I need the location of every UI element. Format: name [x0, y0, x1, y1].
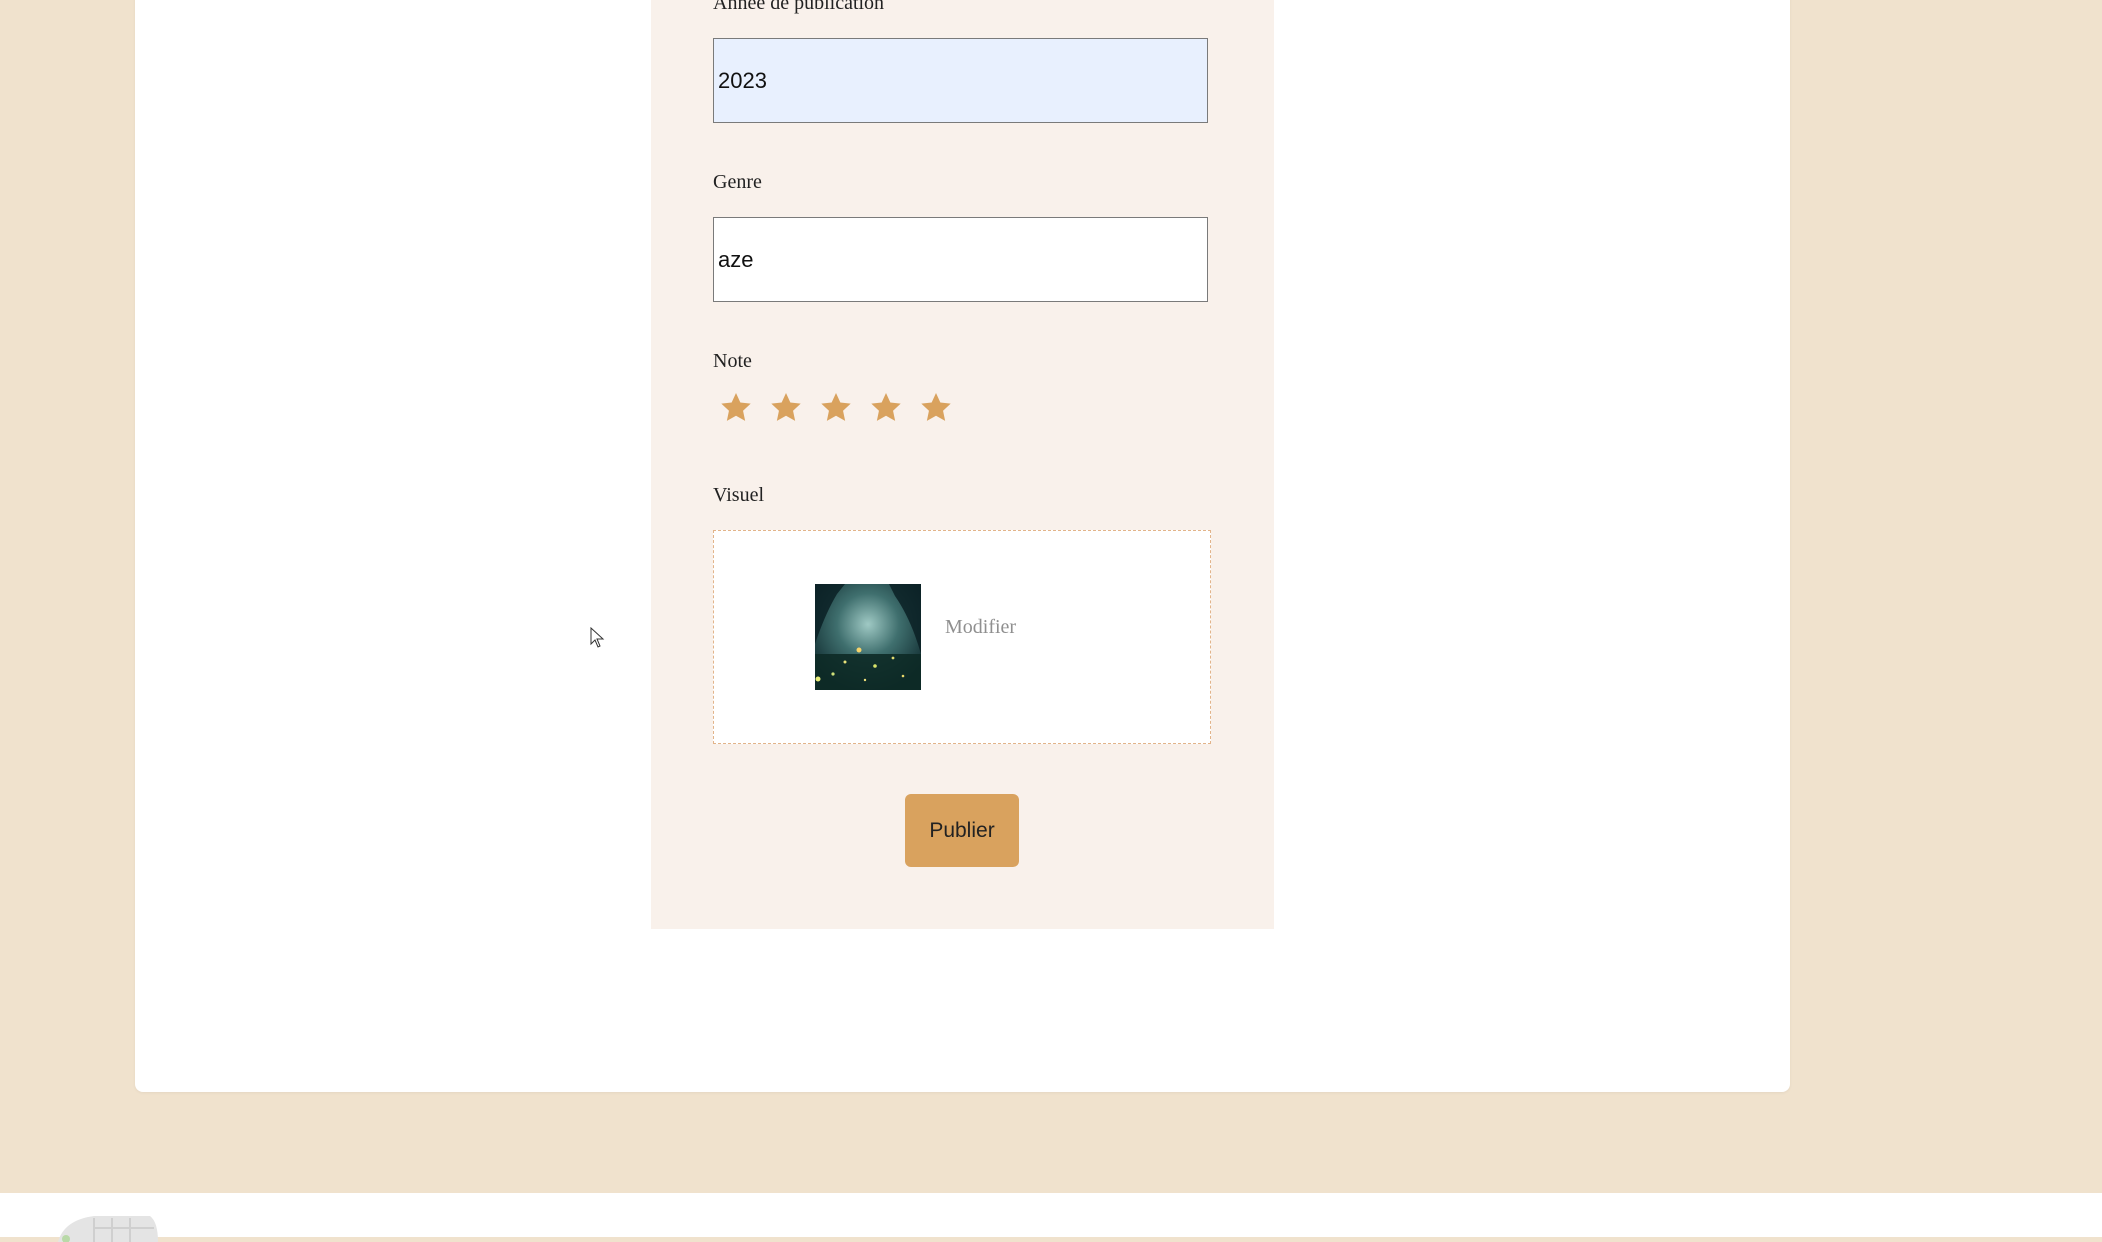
- publish-button[interactable]: Publier: [905, 794, 1019, 867]
- image-dropzone[interactable]: Modifier: [713, 530, 1211, 744]
- cover-thumbnail: [815, 584, 921, 690]
- genre-label: Genre: [713, 171, 762, 193]
- star-icon[interactable]: [768, 390, 804, 426]
- footer: [0, 1193, 2102, 1242]
- modify-image-button[interactable]: Modifier: [945, 616, 1016, 639]
- rating-stars[interactable]: [718, 390, 954, 426]
- genre-input[interactable]: [713, 217, 1208, 302]
- star-icon[interactable]: [868, 390, 904, 426]
- footer-map-logo: [58, 1216, 158, 1242]
- star-icon[interactable]: [718, 390, 754, 426]
- form-panel: [651, 0, 1274, 929]
- star-icon[interactable]: [818, 390, 854, 426]
- visual-label: Visuel: [713, 484, 765, 506]
- year-input[interactable]: [713, 38, 1208, 123]
- rating-label: Note: [713, 350, 752, 372]
- year-label: Année de publication: [713, 0, 885, 14]
- mouse-pointer-icon: [590, 627, 605, 648]
- star-icon[interactable]: [918, 390, 954, 426]
